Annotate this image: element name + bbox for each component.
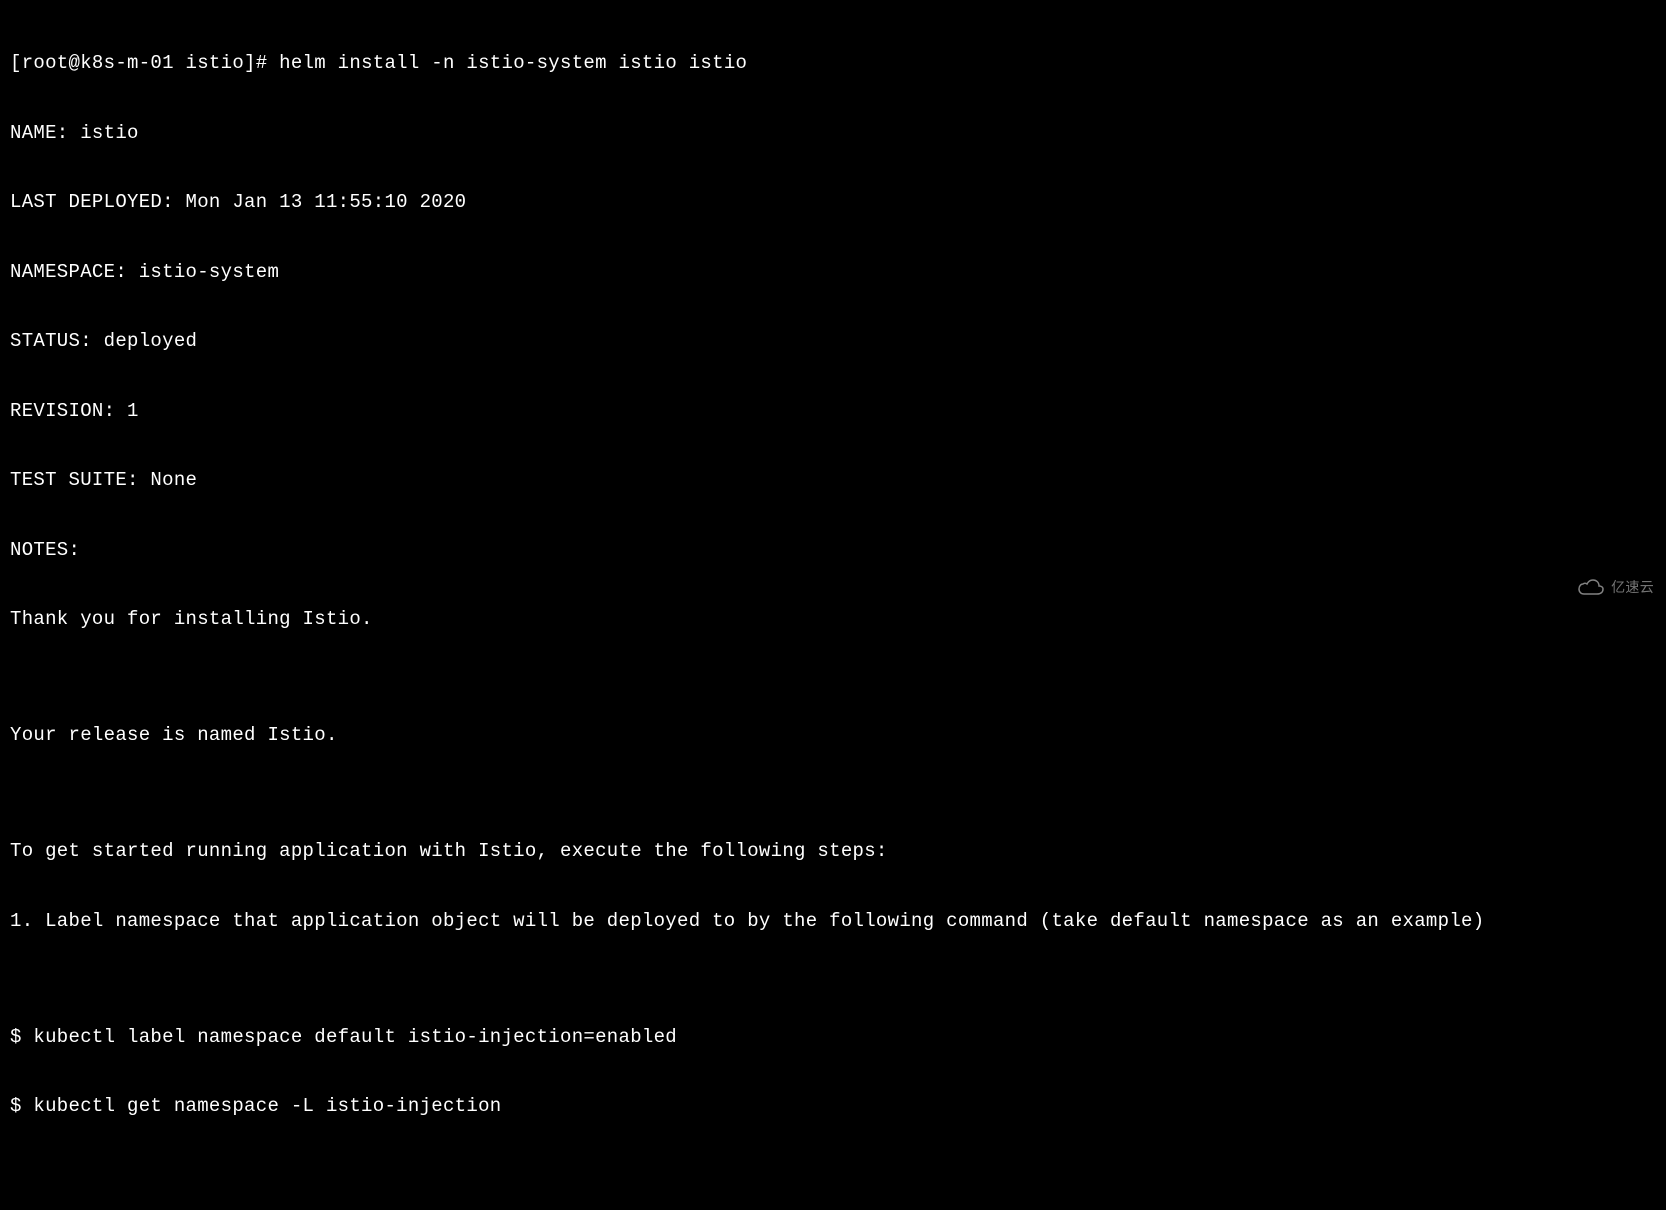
watermark: 亿速云 (1577, 579, 1654, 597)
output-line: Your release is named Istio. (10, 724, 1656, 747)
output-line: $ kubectl get namespace -L istio-injecti… (10, 1095, 1656, 1118)
output-line: REVISION: 1 (10, 400, 1656, 423)
output-line: NAMESPACE: istio-system (10, 261, 1656, 284)
output-line: Thank you for installing Istio. (10, 608, 1656, 631)
terminal-output[interactable]: [root@k8s-m-01 istio]# helm install -n i… (10, 6, 1656, 1210)
command-line: [root@k8s-m-01 istio]# helm install -n i… (10, 52, 1656, 75)
output-line: LAST DEPLOYED: Mon Jan 13 11:55:10 2020 (10, 191, 1656, 214)
output-line: NAME: istio (10, 122, 1656, 145)
output-line: 1. Label namespace that application obje… (10, 910, 1656, 933)
prompt: [root@k8s-m-01 istio]# (10, 52, 279, 74)
output-line: NOTES: (10, 539, 1656, 562)
output-line: TEST SUITE: None (10, 469, 1656, 492)
output-line: STATUS: deployed (10, 330, 1656, 353)
command-text: helm install -n istio-system istio istio (279, 52, 747, 74)
output-line: To get started running application with … (10, 840, 1656, 863)
watermark-text: 亿速云 (1611, 579, 1654, 596)
cloud-icon (1577, 579, 1605, 597)
output-line: $ kubectl label namespace default istio-… (10, 1026, 1656, 1049)
